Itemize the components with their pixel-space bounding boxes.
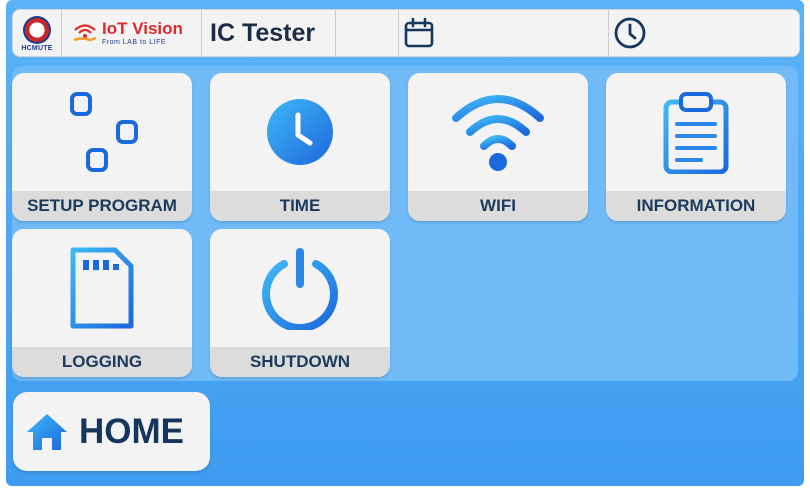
- calendar-icon: [404, 17, 434, 48]
- page-title: IC Tester: [210, 18, 316, 47]
- tile-setup-program[interactable]: SETUP PROGRAM: [12, 73, 192, 221]
- tile-logging[interactable]: LOGGING: [12, 229, 192, 377]
- sliders-icon: [57, 92, 147, 172]
- clock-icon: [267, 99, 333, 165]
- home-label: HOME: [79, 411, 184, 451]
- time-display[interactable]: [609, 10, 799, 56]
- tile-wifi[interactable]: WIFI: [408, 73, 588, 221]
- power-icon: [262, 248, 338, 330]
- brand-name: IoT Vision: [102, 19, 183, 38]
- hcmute-emblem-icon: [23, 16, 51, 44]
- sd-card-icon: [70, 247, 134, 329]
- home-button[interactable]: HOME: [13, 392, 210, 471]
- header-spacer: [336, 10, 399, 56]
- tile-time[interactable]: TIME: [210, 73, 390, 221]
- hcmute-logo-text: HCMUTE: [21, 45, 53, 52]
- wifi-hand-logo-icon: [73, 24, 97, 42]
- hcmute-logo: HCMUTE: [13, 10, 62, 56]
- wifi-icon: [452, 95, 544, 171]
- tile-information[interactable]: INFORMATION: [606, 73, 786, 221]
- tile-label: LOGGING: [12, 347, 192, 377]
- clock-icon: [614, 17, 646, 49]
- menu-panel: SETUP PROGRAM TIME WIFI INFORMATION LOGG…: [12, 66, 798, 381]
- title-cell: IC Tester: [202, 10, 336, 56]
- tile-label: WIFI: [408, 191, 588, 221]
- tile-label: INFORMATION: [606, 191, 786, 221]
- brand-tagline: From LAB to LIFE: [102, 39, 167, 46]
- clipboard-icon: [663, 92, 729, 174]
- tile-shutdown[interactable]: SHUTDOWN: [210, 229, 390, 377]
- tile-label: SETUP PROGRAM: [12, 191, 192, 221]
- screen-frame: HCMUTE IoT Vision From LAB to LIFE IC Te…: [6, 0, 804, 486]
- iot-vision-logo: IoT Vision From LAB to LIFE: [62, 10, 202, 56]
- header-bar: HCMUTE IoT Vision From LAB to LIFE IC Te…: [12, 9, 800, 57]
- tile-label: SHUTDOWN: [210, 347, 390, 377]
- tile-label: TIME: [210, 191, 390, 221]
- date-display[interactable]: [399, 10, 609, 56]
- home-icon: [27, 413, 67, 450]
